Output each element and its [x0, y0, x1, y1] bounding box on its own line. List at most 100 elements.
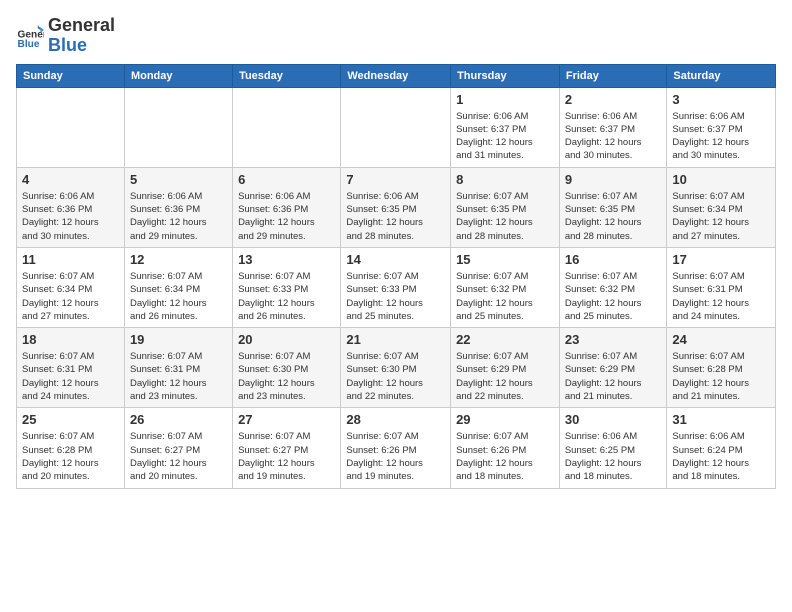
day-number: 10	[672, 172, 770, 187]
day-info: Sunrise: 6:07 AM Sunset: 6:34 PM Dayligh…	[130, 270, 227, 323]
logo-text: General Blue	[48, 16, 115, 56]
day-number: 5	[130, 172, 227, 187]
day-info: Sunrise: 6:06 AM Sunset: 6:24 PM Dayligh…	[672, 430, 770, 483]
day-number: 13	[238, 252, 335, 267]
day-number: 24	[672, 332, 770, 347]
calendar-cell	[17, 87, 125, 167]
day-info: Sunrise: 6:06 AM Sunset: 6:36 PM Dayligh…	[22, 190, 119, 243]
day-number: 26	[130, 412, 227, 427]
day-info: Sunrise: 6:07 AM Sunset: 6:26 PM Dayligh…	[456, 430, 554, 483]
day-number: 29	[456, 412, 554, 427]
day-info: Sunrise: 6:07 AM Sunset: 6:26 PM Dayligh…	[346, 430, 445, 483]
day-info: Sunrise: 6:07 AM Sunset: 6:27 PM Dayligh…	[238, 430, 335, 483]
day-info: Sunrise: 6:07 AM Sunset: 6:28 PM Dayligh…	[672, 350, 770, 403]
day-info: Sunrise: 6:07 AM Sunset: 6:35 PM Dayligh…	[565, 190, 662, 243]
day-number: 12	[130, 252, 227, 267]
day-number: 6	[238, 172, 335, 187]
day-number: 1	[456, 92, 554, 107]
calendar-cell: 5 Sunrise: 6:06 AM Sunset: 6:36 PM Daylig…	[124, 167, 232, 247]
day-number: 14	[346, 252, 445, 267]
calendar-cell	[124, 87, 232, 167]
calendar-header-row: SundayMondayTuesdayWednesdayThursdayFrid…	[17, 64, 776, 87]
calendar-week-row: 11 Sunrise: 6:07 AM Sunset: 6:34 PM Dayli…	[17, 247, 776, 327]
day-number: 3	[672, 92, 770, 107]
calendar-cell: 3Sunrise: 6:06 AM Sunset: 6:37 PM Daylig…	[667, 87, 776, 167]
calendar-cell: 17 Sunrise: 6:07 AM Sunset: 6:31 PM Dayli…	[667, 247, 776, 327]
day-number: 28	[346, 412, 445, 427]
calendar-cell: 15Sunrise: 6:07 AM Sunset: 6:32 PM Dayli…	[451, 247, 560, 327]
weekday-header-monday: Monday	[124, 64, 232, 87]
day-info: Sunrise: 6:07 AM Sunset: 6:31 PM Dayligh…	[672, 270, 770, 323]
weekday-header-saturday: Saturday	[667, 64, 776, 87]
day-number: 19	[130, 332, 227, 347]
day-info: Sunrise: 6:07 AM Sunset: 6:32 PM Dayligh…	[456, 270, 554, 323]
day-info: Sunrise: 6:07 AM Sunset: 6:33 PM Dayligh…	[238, 270, 335, 323]
day-info: Sunrise: 6:07 AM Sunset: 6:33 PM Dayligh…	[346, 270, 445, 323]
calendar-cell: 10 Sunrise: 6:07 AM Sunset: 6:34 PM Dayli…	[667, 167, 776, 247]
day-number: 23	[565, 332, 662, 347]
calendar-cell: 4Sunrise: 6:06 AM Sunset: 6:36 PM Daylig…	[17, 167, 125, 247]
calendar-cell: 24 Sunrise: 6:07 AM Sunset: 6:28 PM Dayli…	[667, 328, 776, 408]
weekday-header-tuesday: Tuesday	[233, 64, 341, 87]
calendar-cell: 31 Sunrise: 6:06 AM Sunset: 6:24 PM Dayli…	[667, 408, 776, 488]
day-info: Sunrise: 6:07 AM Sunset: 6:28 PM Dayligh…	[22, 430, 119, 483]
calendar-cell: 19 Sunrise: 6:07 AM Sunset: 6:31 PM Dayli…	[124, 328, 232, 408]
day-info: Sunrise: 6:07 AM Sunset: 6:35 PM Dayligh…	[456, 190, 554, 243]
day-number: 20	[238, 332, 335, 347]
day-info: Sunrise: 6:07 AM Sunset: 6:29 PM Dayligh…	[456, 350, 554, 403]
day-info: Sunrise: 6:07 AM Sunset: 6:30 PM Dayligh…	[238, 350, 335, 403]
calendar-cell: 11Sunrise: 6:07 AM Sunset: 6:34 PM Dayli…	[17, 247, 125, 327]
day-info: Sunrise: 6:07 AM Sunset: 6:31 PM Dayligh…	[22, 350, 119, 403]
logo: General Blue General Blue	[16, 16, 115, 56]
day-number: 9	[565, 172, 662, 187]
day-number: 11	[22, 252, 119, 267]
day-number: 25	[22, 412, 119, 427]
day-number: 7	[346, 172, 445, 187]
day-info: Sunrise: 6:06 AM Sunset: 6:35 PM Dayligh…	[346, 190, 445, 243]
day-number: 31	[672, 412, 770, 427]
calendar-cell: 1 Sunrise: 6:06 AM Sunset: 6:37 PM Daylig…	[451, 87, 560, 167]
weekday-header-thursday: Thursday	[451, 64, 560, 87]
page-header: General Blue General Blue	[16, 16, 776, 56]
day-number: 18	[22, 332, 119, 347]
day-number: 8	[456, 172, 554, 187]
calendar-week-row: 1 Sunrise: 6:06 AM Sunset: 6:37 PM Daylig…	[17, 87, 776, 167]
day-info: Sunrise: 6:06 AM Sunset: 6:36 PM Dayligh…	[238, 190, 335, 243]
calendar-cell: 26 Sunrise: 6:07 AM Sunset: 6:27 PM Dayli…	[124, 408, 232, 488]
day-number: 16	[565, 252, 662, 267]
calendar-week-row: 18 Sunrise: 6:07 AM Sunset: 6:31 PM Dayli…	[17, 328, 776, 408]
day-info: Sunrise: 6:06 AM Sunset: 6:25 PM Dayligh…	[565, 430, 662, 483]
calendar-cell: 13 Sunrise: 6:07 AM Sunset: 6:33 PM Dayli…	[233, 247, 341, 327]
day-info: Sunrise: 6:07 AM Sunset: 6:34 PM Dayligh…	[672, 190, 770, 243]
day-info: Sunrise: 6:07 AM Sunset: 6:31 PM Dayligh…	[130, 350, 227, 403]
day-info: Sunrise: 6:07 AM Sunset: 6:32 PM Dayligh…	[565, 270, 662, 323]
day-number: 2	[565, 92, 662, 107]
calendar-table: SundayMondayTuesdayWednesdayThursdayFrid…	[16, 64, 776, 489]
calendar-cell: 9 Sunrise: 6:07 AM Sunset: 6:35 PM Daylig…	[559, 167, 667, 247]
weekday-header-wednesday: Wednesday	[341, 64, 451, 87]
calendar-cell: 2Sunrise: 6:06 AM Sunset: 6:37 PM Daylig…	[559, 87, 667, 167]
calendar-cell: 23Sunrise: 6:07 AM Sunset: 6:29 PM Dayli…	[559, 328, 667, 408]
calendar-cell: 20 Sunrise: 6:07 AM Sunset: 6:30 PM Dayli…	[233, 328, 341, 408]
day-number: 27	[238, 412, 335, 427]
calendar-cell: 22 Sunrise: 6:07 AM Sunset: 6:29 PM Dayli…	[451, 328, 560, 408]
day-info: Sunrise: 6:07 AM Sunset: 6:27 PM Dayligh…	[130, 430, 227, 483]
calendar-cell: 30 Sunrise: 6:06 AM Sunset: 6:25 PM Dayli…	[559, 408, 667, 488]
svg-text:Blue: Blue	[18, 39, 40, 50]
day-info: Sunrise: 6:06 AM Sunset: 6:37 PM Dayligh…	[456, 110, 554, 163]
calendar-cell: 27 Sunrise: 6:07 AM Sunset: 6:27 PM Dayli…	[233, 408, 341, 488]
calendar-cell: 6 Sunrise: 6:06 AM Sunset: 6:36 PM Daylig…	[233, 167, 341, 247]
calendar-cell: 25 Sunrise: 6:07 AM Sunset: 6:28 PM Dayli…	[17, 408, 125, 488]
calendar-cell: 14 Sunrise: 6:07 AM Sunset: 6:33 PM Dayli…	[341, 247, 451, 327]
calendar-cell: 28 Sunrise: 6:07 AM Sunset: 6:26 PM Dayli…	[341, 408, 451, 488]
day-number: 17	[672, 252, 770, 267]
day-number: 21	[346, 332, 445, 347]
logo-icon: General Blue	[16, 22, 44, 50]
calendar-week-row: 25 Sunrise: 6:07 AM Sunset: 6:28 PM Dayli…	[17, 408, 776, 488]
day-info: Sunrise: 6:06 AM Sunset: 6:36 PM Dayligh…	[130, 190, 227, 243]
day-number: 22	[456, 332, 554, 347]
day-number: 30	[565, 412, 662, 427]
calendar-cell	[233, 87, 341, 167]
calendar-cell: 16 Sunrise: 6:07 AM Sunset: 6:32 PM Dayli…	[559, 247, 667, 327]
calendar-cell: 18 Sunrise: 6:07 AM Sunset: 6:31 PM Dayli…	[17, 328, 125, 408]
